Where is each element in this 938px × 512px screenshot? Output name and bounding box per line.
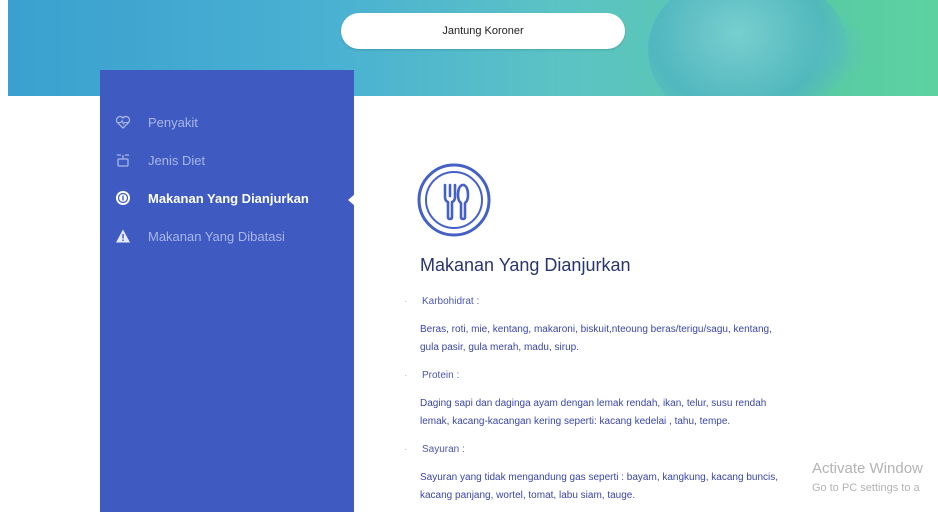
disease-search-field[interactable]: Jantung Koroner [341,13,625,49]
section-label-protein: Protein : [422,370,460,381]
page-title: Makanan Yang Dianjurkan [420,255,631,275]
banner-background-shape [788,10,868,90]
fork-spoon-icon [417,163,491,237]
section-text-line: gula pasir, gula merah, madu, sirup. [420,342,579,353]
section-text-protein: Daging sapi dan daginga ayam dengan lema… [420,395,820,431]
sidebar-item-makanan-dibatasi[interactable]: Makanan Yang Dibatasi [114,225,285,247]
sidebar-item-label: Makanan Yang Dibatasi [148,228,285,244]
info-circle-icon [114,189,132,207]
section-text-line: kacang panjang, wortel, tomat, labu siam… [420,490,636,501]
sidebar: Penyakit Jenis Diet Makanan Yang Dianjur… [100,70,354,512]
section-text-line: Daging sapi dan daginga ayam dengan lema… [420,398,767,409]
disease-search-text: Jantung Koroner [442,25,524,37]
section-text-line: Beras, roti, mie, kentang, makaroni, bis… [420,324,772,335]
scale-icon [114,151,132,169]
section-text-sayuran: Sayuran yang tidak mengandung gas sepert… [420,469,820,505]
warning-icon [114,227,132,245]
sidebar-item-penyakit[interactable]: Penyakit [114,111,198,133]
active-item-indicator [348,194,355,206]
section-label-sayuran: Sayuran : [422,444,465,455]
section-bullet: · [404,444,408,455]
activation-watermark-subtitle: Go to PC settings to a [812,482,920,494]
section-text-line: Sayuran yang tidak mengandung gas sepert… [420,472,779,483]
section-bullet: · [404,370,408,381]
section-text-karbohidrat: Beras, roti, mie, kentang, makaroni, bis… [420,321,820,357]
sidebar-item-label: Penyakit [148,114,198,130]
section-label-karbohidrat: Karbohidrat : [422,296,480,307]
sidebar-item-label: Makanan Yang Dianjurkan [148,190,309,206]
heart-pulse-icon [114,113,132,131]
sidebar-item-jenis-diet[interactable]: Jenis Diet [114,149,205,171]
section-text-line: lemak, kacang-kacangan kering seperti: k… [420,416,731,427]
sidebar-item-label: Jenis Diet [148,152,206,168]
activation-watermark-title: Activate Window [812,460,923,477]
section-bullet: · [404,296,408,307]
sidebar-item-makanan-dianjurkan[interactable]: Makanan Yang Dianjurkan [114,187,309,209]
